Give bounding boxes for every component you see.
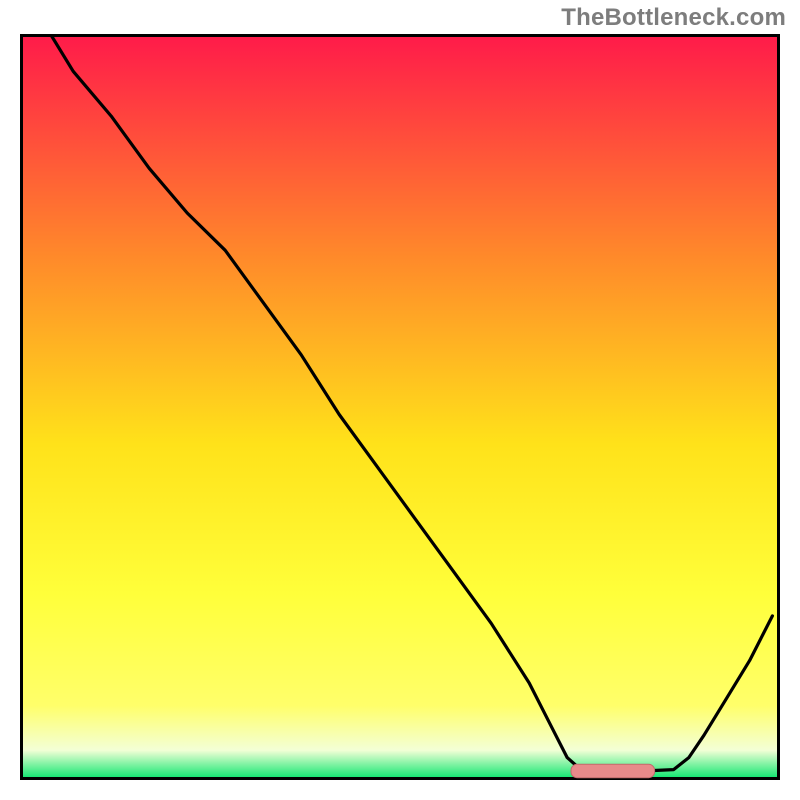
figure-root: TheBottleneck.com (0, 0, 800, 800)
attribution-text: TheBottleneck.com (561, 4, 786, 32)
valley-marker (571, 764, 655, 777)
plot-svg (20, 34, 780, 780)
plot-area (20, 34, 780, 780)
